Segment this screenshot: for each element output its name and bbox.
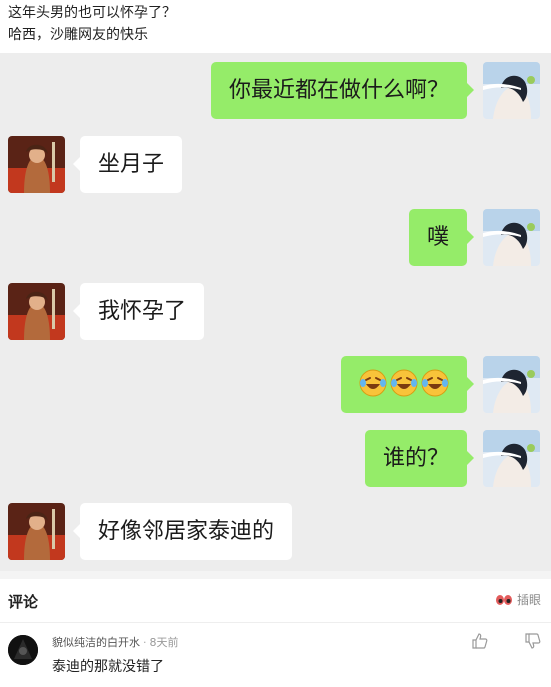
my-avatar: [483, 356, 540, 413]
my-message-bubble: 你最近都在做什么啊？: [210, 62, 475, 119]
chat-screenshot: 你最近都在做什么啊？ 坐月子 噗 我怀孕了 谁的？ 好像邻居家泰迪的: [0, 53, 551, 571]
commenter-meta: 貌似纯洁的白开水 · 8天前: [52, 634, 179, 650]
meta-separator: ·: [143, 636, 147, 649]
dislike-button[interactable]: [525, 633, 541, 653]
comment-text: 泰迪的那就没错了: [52, 659, 164, 675]
my-avatar: [483, 430, 540, 487]
comments-header: 评论 插眼: [0, 579, 551, 623]
eyes-icon: [495, 594, 512, 605]
contact-avatar: [8, 136, 65, 193]
emoji-group: [359, 369, 449, 397]
commenter-name[interactable]: 貌似纯洁的白开水: [52, 636, 140, 649]
comment-item: 貌似纯洁的白开水 · 8天前 泰迪的那就没错了: [0, 623, 551, 687]
insert-eye-button[interactable]: 插眼: [495, 591, 541, 608]
contact-message-bubble: 坐月子: [72, 136, 183, 193]
laughing-crying-emoji-icon: [359, 369, 387, 397]
contact-message-bubble: 我怀孕了: [72, 283, 205, 340]
thumbs-down-icon: [525, 633, 541, 649]
post-title-line: 这年头男的也可以怀孕了？: [8, 5, 176, 21]
comment-time: 8天前: [149, 636, 179, 649]
like-button[interactable]: [472, 633, 488, 653]
contact-avatar: [8, 503, 65, 560]
post-subtitle-line: 哈西，沙雕网友的快乐: [8, 27, 148, 43]
contact-message-bubble: 好像邻居家泰迪的: [72, 503, 293, 560]
section-divider: [0, 571, 551, 579]
laughing-crying-emoji-icon: [390, 369, 418, 397]
my-message-bubble: [341, 356, 474, 413]
contact-avatar: [8, 283, 65, 340]
laughing-crying-emoji-icon: [421, 369, 449, 397]
commenter-avatar[interactable]: [8, 635, 38, 665]
insert-eye-label: 插眼: [516, 593, 541, 607]
my-message-bubble: 谁的？: [364, 430, 475, 487]
thumbs-up-icon: [472, 633, 488, 649]
my-message-bubble: 噗: [408, 209, 475, 266]
my-avatar: [483, 209, 540, 266]
comments-title: 评论: [8, 593, 39, 611]
my-avatar: [483, 62, 540, 119]
